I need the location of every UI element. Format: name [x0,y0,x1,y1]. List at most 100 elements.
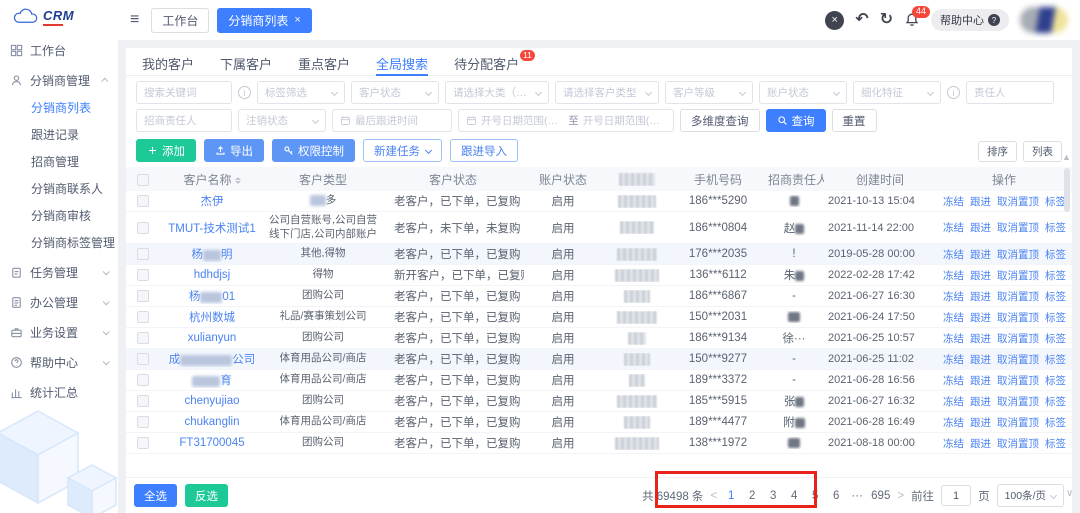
page-number-···[interactable]: ··· [850,490,864,502]
op-link-取消置顶[interactable]: 取消置顶 [997,196,1039,208]
op-link-冻结[interactable]: 冻结 [943,270,964,282]
page-number-6[interactable]: 6 [829,490,843,502]
sidebar-subitem-分销商联系人[interactable]: 分销商联系人 [0,176,118,203]
op-link-标签[interactable]: 标签 [1045,417,1066,429]
op-link-跟进[interactable]: 跟进 [970,291,991,303]
op-link-取消置顶[interactable]: 取消置顶 [997,438,1039,450]
row-checkbox[interactable] [137,311,149,323]
prev-page-arrow[interactable]: < [710,490,717,502]
hamburger-menu-icon[interactable]: ≡ [130,11,139,29]
select-all-checkbox[interactable] [137,174,149,186]
customer-name-cell[interactable]: xulianyun [160,332,264,344]
sidebar-subitem-跟进记录[interactable]: 跟进记录 [0,122,118,149]
refresh-icon[interactable]: ↻ [880,12,893,28]
op-link-标签[interactable]: 标签 [1045,270,1066,282]
op-link-取消置顶[interactable]: 取消置顶 [997,417,1039,429]
action-button-新建任务[interactable]: 新建任务 [363,139,442,162]
undo-icon[interactable]: ↶ [855,12,868,28]
invert-select-button[interactable]: 反选 [185,484,228,507]
action-button-添加[interactable]: 添加 [136,139,196,162]
customer-name-cell[interactable]: 杭州数城 [160,309,264,325]
op-link-标签[interactable]: 标签 [1045,249,1066,261]
action-button-导出[interactable]: 导出 [204,139,264,162]
op-link-取消置顶[interactable]: 取消置顶 [997,375,1039,387]
tab-下属客户[interactable]: 下属客户 [220,48,272,76]
customer-name-cell[interactable]: hdhdjsj [160,269,264,281]
op-link-取消置顶[interactable]: 取消置顶 [997,333,1039,345]
tab-我的客户[interactable]: 我的客户 [142,48,194,76]
scroll-down-icon[interactable]: ∨ [1066,488,1073,499]
page-number-5[interactable]: 5 [808,490,822,502]
select-all-button[interactable]: 全选 [134,484,177,507]
customer-name-cell[interactable]: chenyujiao [160,395,264,407]
op-link-冻结[interactable]: 冻结 [943,312,964,324]
page-size-select[interactable]: 100条/页 [997,484,1064,507]
customer-name-cell[interactable]: FT31700045 [160,437,264,449]
op-link-取消置顶[interactable]: 取消置顶 [997,354,1039,366]
customer-name-cell[interactable]: 杰伊 [160,193,264,209]
op-link-跟进[interactable]: 跟进 [970,417,991,429]
customer-name-cell[interactable]: 杨明 [160,246,264,262]
sort-icon[interactable] [235,174,241,187]
sidebar-item-分销商管理[interactable]: 分销商管理 [0,65,118,95]
close-tab-icon[interactable]: × [294,14,300,26]
op-link-跟进[interactable]: 跟进 [970,196,991,208]
filter-细化特征[interactable]: 细化特征 [853,81,941,104]
page-number-695[interactable]: 695 [871,490,890,502]
row-checkbox[interactable] [137,222,149,234]
op-link-跟进[interactable]: 跟进 [970,354,991,366]
filter-搜索关键词[interactable]: 搜索关键词 [136,81,232,104]
sidebar-item-任务管理[interactable]: 任务管理 [0,257,118,287]
row-checkbox[interactable] [137,332,149,344]
op-link-冻结[interactable]: 冻结 [943,354,964,366]
tab-待分配客户[interactable]: 待分配客户11 [454,48,535,76]
window-tab-分销商列表[interactable]: 分销商列表× [217,8,311,33]
customer-name-cell[interactable]: chukanglin [160,416,264,428]
notifications-bell-icon[interactable]: 44 [904,12,920,28]
op-link-取消置顶[interactable]: 取消置顶 [997,270,1039,282]
close-circle-icon[interactable]: × [825,11,844,30]
filter-招商责任人[interactable]: 招商责任人 [136,109,232,132]
sidebar-subitem-分销商列表[interactable]: 分销商列表 [0,95,118,122]
op-link-标签[interactable]: 标签 [1045,375,1066,387]
sidebar-subitem-分销商标签管理[interactable]: 分销商标签管理 [0,230,118,257]
sidebar-item-办公管理[interactable]: 办公管理 [0,287,118,317]
row-checkbox[interactable] [137,416,149,428]
row-checkbox[interactable] [137,353,149,365]
window-tab-工作台[interactable]: 工作台 [151,8,209,33]
next-page-arrow[interactable]: > [897,490,904,502]
op-link-标签[interactable]: 标签 [1045,312,1066,324]
sidebar-subitem-分销商审核[interactable]: 分销商审核 [0,203,118,230]
filter-请选择大类（老）[interactable]: 请选择大类（老） [445,81,549,104]
op-link-冻结[interactable]: 冻结 [943,333,964,345]
op-link-取消置顶[interactable]: 取消置顶 [997,249,1039,261]
op-link-取消置顶[interactable]: 取消置顶 [997,396,1039,408]
op-link-冻结[interactable]: 冻结 [943,417,964,429]
op-link-跟进[interactable]: 跟进 [970,222,991,234]
op-link-冻结[interactable]: 冻结 [943,196,964,208]
page-number-1[interactable]: 1 [724,490,738,502]
row-checkbox[interactable] [137,437,149,449]
customer-name-cell[interactable]: 杨01 [160,288,264,304]
op-link-冻结[interactable]: 冻结 [943,396,964,408]
op-link-冻结[interactable]: 冻结 [943,249,964,261]
scrollbar-thumb[interactable] [1064,168,1070,212]
filter-button-重置[interactable]: 重置 [832,109,877,132]
page-number-2[interactable]: 2 [745,490,759,502]
tab-全局搜索[interactable]: 全局搜索 [376,48,428,76]
page-number-4[interactable]: 4 [787,490,801,502]
page-number-3[interactable]: 3 [766,490,780,502]
scroll-up-icon[interactable]: ▲ [1062,152,1071,162]
help-center-button[interactable]: 帮助中心 ? [931,9,1009,31]
op-link-取消置顶[interactable]: 取消置顶 [997,291,1039,303]
op-link-取消置顶[interactable]: 取消置顶 [997,312,1039,324]
row-checkbox[interactable] [137,195,149,207]
goto-page-input[interactable] [941,485,971,506]
op-link-冻结[interactable]: 冻结 [943,291,964,303]
view-button-列表[interactable]: 列表 [1023,141,1062,162]
view-button-排序[interactable]: 排序 [978,141,1017,162]
sidebar-item-工作台[interactable]: 工作台 [0,35,118,65]
op-link-跟进[interactable]: 跟进 [970,375,991,387]
op-link-标签[interactable]: 标签 [1045,396,1066,408]
sidebar-item-统计汇总[interactable]: 统计汇总 [0,377,118,407]
